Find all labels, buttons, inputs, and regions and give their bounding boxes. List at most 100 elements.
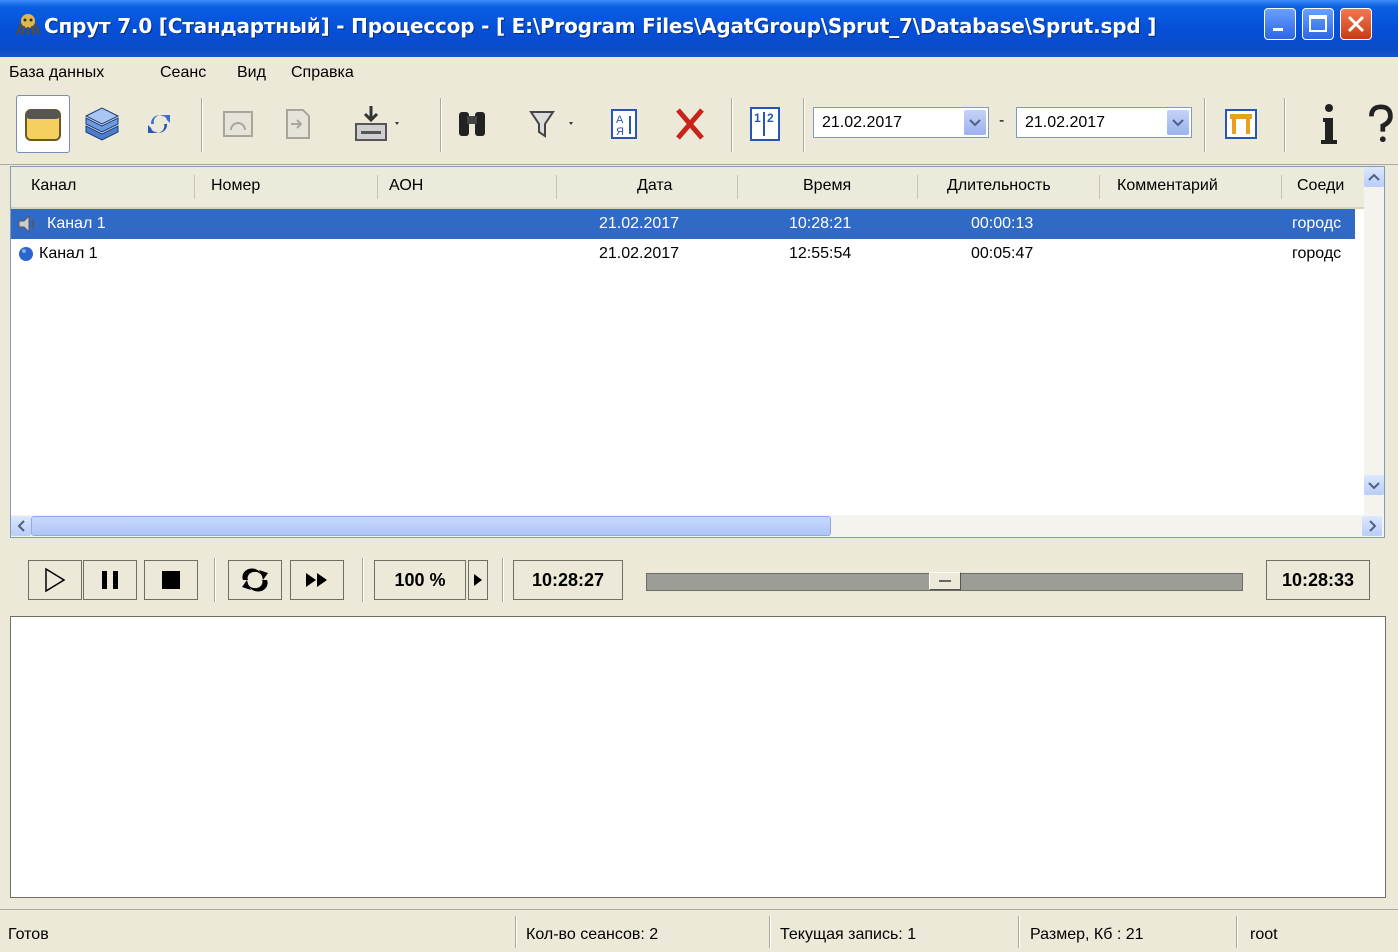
end-time-display: 10:28:33 (1266, 560, 1370, 600)
svg-text:2: 2 (767, 111, 774, 125)
triangle-right-icon (474, 574, 482, 586)
toolbar-separator (731, 98, 733, 152)
speed-value: 100 % (394, 569, 446, 590)
column-resizer[interactable] (1099, 175, 1100, 199)
sort-button[interactable]: A Я (597, 95, 651, 153)
chevron-down-icon[interactable] (964, 110, 986, 135)
speed-button[interactable] (468, 560, 488, 600)
close-icon (1347, 15, 1365, 33)
toolbar-separator (1204, 98, 1206, 152)
play-button[interactable] (28, 560, 82, 600)
column-resizer[interactable] (194, 175, 195, 199)
speaker-icon (18, 214, 35, 234)
fast-forward-icon (306, 573, 327, 587)
table-row[interactable]: Канал 1 21.02.2017 12:55:54 00:05:47 гор… (11, 239, 1355, 269)
maximize-button[interactable] (1302, 8, 1334, 40)
cell-time: 12:55:54 (789, 245, 852, 262)
loop-icon (242, 568, 268, 592)
download-icon (355, 106, 399, 141)
scroll-right-button[interactable] (1362, 516, 1382, 536)
play-icon (45, 567, 66, 593)
delete-button[interactable] (663, 95, 717, 153)
column-header-connection[interactable]: Соеди (1297, 177, 1344, 195)
listen-icon (223, 111, 253, 137)
scroll-down-button[interactable] (1364, 475, 1384, 495)
column-header-number[interactable]: Номер (211, 177, 260, 195)
svg-text:Я: Я (616, 126, 624, 138)
stop-icon (162, 571, 180, 589)
menu-help[interactable]: Справка (291, 64, 354, 82)
svg-text:1: 1 (754, 111, 761, 125)
start-time-value: 10:28:27 (531, 569, 605, 590)
table-row[interactable]: Канал 1 21.02.2017 10:28:21 00:00:13 гор… (11, 209, 1355, 239)
column-header-time[interactable]: Время (803, 177, 851, 195)
title-bar[interactable]: Спрут 7.0 [Стандартный] - Процессор - [ … (0, 0, 1398, 57)
loop-button[interactable] (228, 560, 282, 600)
status-separator (1018, 916, 1020, 948)
player-separator (502, 558, 504, 602)
toolbar-separator (803, 98, 805, 152)
column-resizer[interactable] (377, 175, 378, 199)
column-header-comment[interactable]: Комментарий (1117, 177, 1218, 195)
column-resizer[interactable] (917, 175, 918, 199)
filter-button[interactable] (524, 95, 578, 153)
chevron-down-icon[interactable] (1167, 110, 1189, 135)
scroll-thumb[interactable] (31, 516, 831, 536)
menu-session[interactable]: Сеанс (160, 64, 206, 82)
download-button[interactable] (350, 95, 404, 153)
horizontal-scrollbar[interactable] (11, 515, 1384, 537)
export-icon (286, 109, 310, 139)
menu-bar: База данных Сеанс Вид Справка (0, 57, 1398, 89)
refresh-button[interactable] (132, 95, 186, 153)
date-to-select[interactable]: 21.02.2017 (1016, 107, 1192, 138)
sort-icon: A Я (611, 109, 637, 139)
seek-slider[interactable] (646, 572, 1243, 591)
column-header-date[interactable]: Дата (637, 177, 672, 195)
minimize-button[interactable] (1264, 8, 1296, 40)
column-header-channel[interactable]: Канал (31, 177, 76, 195)
find-button[interactable] (446, 95, 500, 153)
status-separator (515, 916, 517, 948)
stop-button[interactable] (144, 560, 198, 600)
menu-view[interactable]: Вид (237, 64, 266, 82)
numbering-button[interactable]: 1 2 (738, 95, 792, 153)
column-resizer[interactable] (1281, 175, 1282, 199)
column-header-caller-id[interactable]: АОН (389, 177, 423, 195)
fast-forward-button[interactable] (290, 560, 344, 600)
listen-button[interactable] (211, 95, 265, 153)
numbering-icon: 1 2 (750, 107, 780, 141)
player-controls: 100 % 10:28:27 10:28:33 (10, 552, 1395, 608)
seek-handle[interactable] (929, 572, 961, 590)
date-from-select[interactable]: 21.02.2017 (813, 107, 989, 138)
info-button[interactable] (1302, 95, 1356, 153)
help-button[interactable] (1360, 95, 1398, 153)
sessions-button[interactable] (75, 95, 129, 153)
column-header-duration[interactable]: Длительность (947, 177, 1051, 195)
cell-time: 10:28:21 (789, 215, 852, 232)
column-resizer[interactable] (737, 175, 738, 199)
maximize-icon (1309, 15, 1327, 32)
refresh-icon (148, 115, 170, 133)
close-button[interactable] (1340, 8, 1372, 40)
column-resizer[interactable] (556, 175, 557, 199)
info-icon (1321, 104, 1337, 144)
player-separator (362, 558, 364, 602)
menu-database[interactable]: База данных (9, 64, 104, 82)
date-separator: - (999, 112, 1005, 129)
cell-duration: 00:00:13 (971, 215, 1034, 232)
database-button[interactable] (16, 95, 70, 153)
end-time-value: 10:28:33 (1281, 569, 1355, 590)
vertical-scrollbar[interactable] (1364, 167, 1384, 517)
sessions-table: Канал Номер АОН Дата Время Длительность … (10, 166, 1385, 538)
pause-button[interactable] (83, 560, 137, 600)
export-button[interactable] (270, 95, 324, 153)
chevron-left-icon (17, 520, 25, 532)
toolbar: A Я 1 2 21.02.2017 - 21.02.2017 (0, 90, 1398, 165)
settings-button[interactable] (1214, 95, 1268, 153)
cell-date: 21.02.2017 (599, 245, 680, 262)
status-separator (1236, 916, 1238, 948)
scroll-up-button[interactable] (1364, 167, 1384, 187)
cell-connection: городс (1292, 245, 1342, 262)
waveform-panel[interactable] (10, 616, 1386, 898)
scroll-left-button[interactable] (11, 516, 31, 536)
